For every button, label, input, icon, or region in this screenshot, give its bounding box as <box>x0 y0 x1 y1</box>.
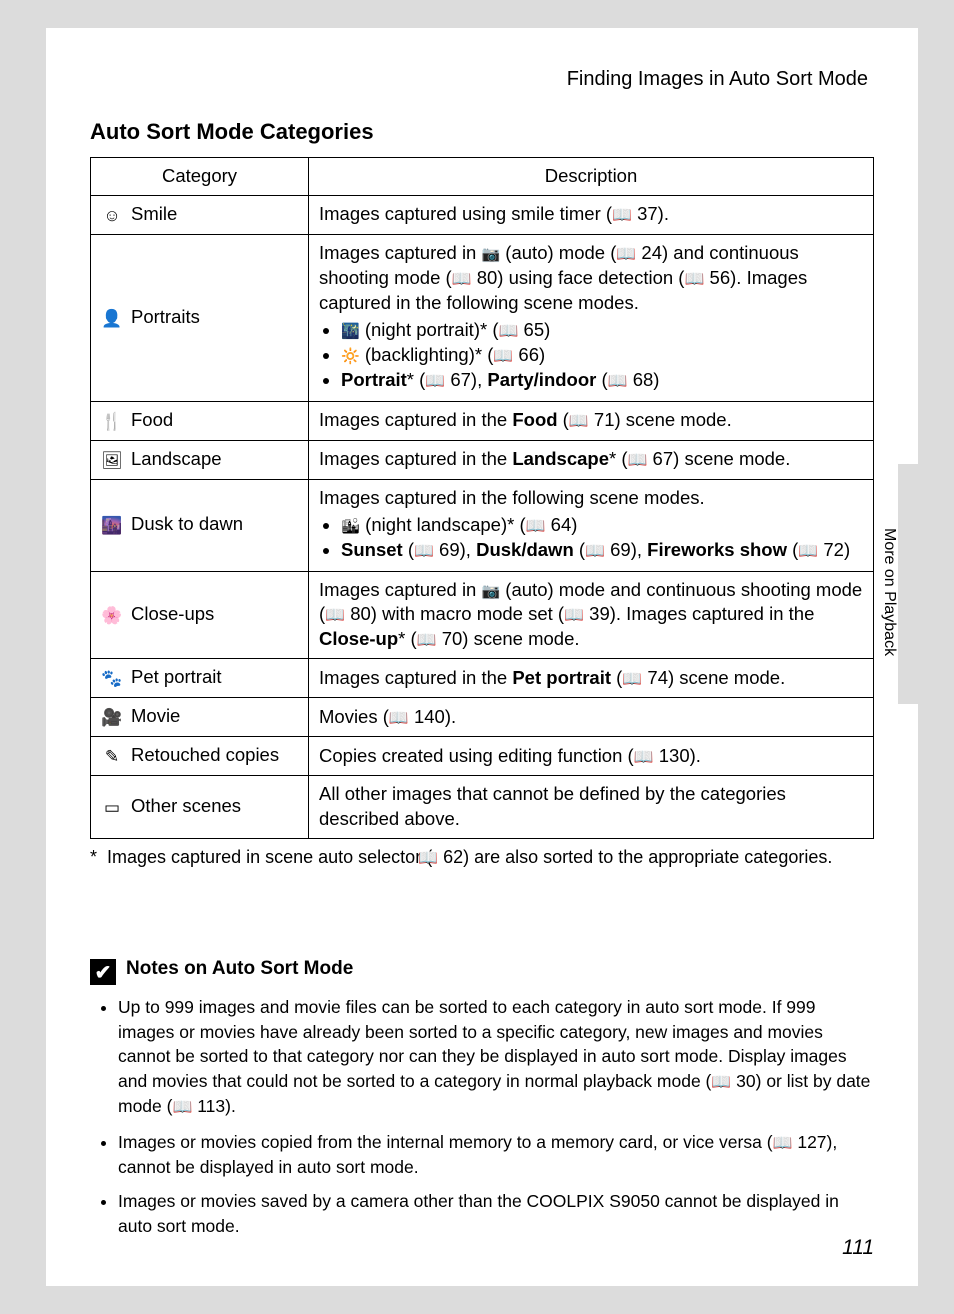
closeup-icon: 🌸 <box>101 605 123 628</box>
check-icon: ✔ <box>90 959 116 985</box>
notes-list: Up to 999 images and movie files can be … <box>90 995 874 1238</box>
table-row: ☺SmileImages captured using smile timer … <box>91 195 874 234</box>
table-row: 🐾Pet portraitImages captured in the Pet … <box>91 659 874 698</box>
table-footnote: * Images captured in scene auto selector… <box>90 845 874 870</box>
list-item: Up to 999 images and movie files can be … <box>118 995 874 1119</box>
description-cell: Images captured using smile timer (📖 37)… <box>309 195 874 234</box>
description-cell: Images captured in the Pet portrait (📖 7… <box>309 659 874 698</box>
notes-title: Notes on Auto Sort Mode <box>126 958 353 979</box>
description-cell: Images captured in 📷 (auto) mode (📖 24) … <box>309 234 874 401</box>
description-cell: Copies created using editing function (📖… <box>309 737 874 776</box>
table-row: 🌆Dusk to dawnImages captured in the foll… <box>91 479 874 571</box>
list-item: Images or movies copied from the interna… <box>118 1130 874 1180</box>
category-cell: 🍴Food <box>91 401 309 440</box>
table-row: 🍴FoodImages captured in the Food (📖 71) … <box>91 401 874 440</box>
section-title: Auto Sort Mode Categories <box>90 119 874 145</box>
list-item: Images or movies saved by a camera other… <box>118 1189 874 1238</box>
pet-icon: 🐾 <box>101 668 123 691</box>
description-cell: Images captured in 📷 (auto) mode and con… <box>309 571 874 659</box>
notes-header: ✔ Notes on Auto Sort Mode <box>90 958 874 986</box>
category-cell: 🌆Dusk to dawn <box>91 479 309 571</box>
smile-icon: ☺ <box>101 205 123 228</box>
categories-table: Category Description ☺SmileImages captur… <box>90 157 874 839</box>
landscape-icon: 🖼 <box>101 450 123 473</box>
category-cell: 🎥Movie <box>91 698 309 737</box>
table-row: ✎Retouched copiesCopies created using ed… <box>91 737 874 776</box>
page-header: Finding Images in Auto Sort Mode <box>90 68 874 91</box>
th-category: Category <box>91 158 309 196</box>
table-row: 🖼LandscapeImages captured in the Landsca… <box>91 440 874 479</box>
description-cell: Images captured in the following scene m… <box>309 479 874 571</box>
category-cell: ✎Retouched copies <box>91 737 309 776</box>
category-cell: ▭Other scenes <box>91 776 309 839</box>
category-cell: 🌸Close-ups <box>91 571 309 659</box>
table-row: 🌸Close-upsImages captured in 📷 (auto) mo… <box>91 571 874 659</box>
movie-icon: 🎥 <box>101 707 123 730</box>
description-cell: Movies (📖 140). <box>309 698 874 737</box>
table-row: ▭Other scenesAll other images that canno… <box>91 776 874 839</box>
other-icon: ▭ <box>101 797 123 820</box>
table-row: 🎥MovieMovies (📖 140). <box>91 698 874 737</box>
th-description: Description <box>309 158 874 196</box>
category-cell: 👤Portraits <box>91 234 309 401</box>
description-cell: All other images that cannot be defined … <box>309 776 874 839</box>
table-row: 👤PortraitsImages captured in 📷 (auto) mo… <box>91 234 874 401</box>
page-number: 111 <box>842 1236 874 1260</box>
notes-block: ✔ Notes on Auto Sort Mode Up to 999 image… <box>90 958 874 1239</box>
category-cell: 🖼Landscape <box>91 440 309 479</box>
side-tab-label: More on Playback <box>880 528 898 656</box>
retouch-icon: ✎ <box>101 746 123 769</box>
manual-page: Finding Images in Auto Sort Mode Auto So… <box>46 28 918 1286</box>
description-cell: Images captured in the Landscape* (📖 67)… <box>309 440 874 479</box>
portrait-icon: 👤 <box>101 308 123 331</box>
category-cell: ☺Smile <box>91 195 309 234</box>
dusk-icon: 🌆 <box>101 515 123 538</box>
food-icon: 🍴 <box>101 411 123 434</box>
side-tab <box>898 464 924 704</box>
description-cell: Images captured in the Food (📖 71) scene… <box>309 401 874 440</box>
category-cell: 🐾Pet portrait <box>91 659 309 698</box>
